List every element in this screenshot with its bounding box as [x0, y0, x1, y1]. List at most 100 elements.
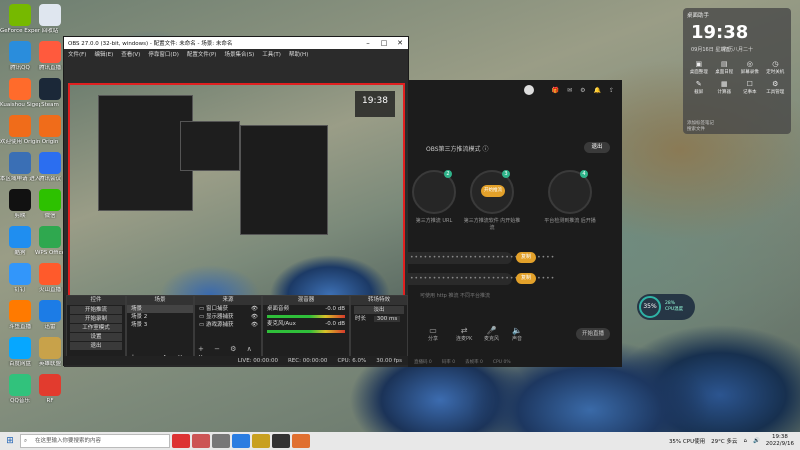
app-icon	[9, 152, 31, 174]
scene-item[interactable]: 场景 3	[127, 321, 193, 329]
copy-server-button[interactable]: 复制	[516, 252, 536, 263]
app-icon	[39, 337, 61, 359]
step-number: 2	[444, 170, 452, 178]
status-item: CPU 0%	[492, 359, 511, 365]
menu-item[interactable]: 查看(V)	[121, 50, 140, 58]
control-button[interactable]: 开始推流	[70, 306, 122, 314]
control-button[interactable]: 开始录制	[70, 315, 122, 323]
control-button[interactable]: 设置	[70, 333, 122, 341]
widget-tool[interactable]: ⚙ 工具管理	[763, 80, 789, 95]
app-tool-button[interactable]: 🎤 麦克风	[484, 326, 499, 342]
menu-item[interactable]: 文件(F)	[68, 50, 86, 58]
bell-icon[interactable]: 🔔	[593, 87, 600, 94]
step-circle: 2	[412, 170, 456, 214]
volume-meter[interactable]	[267, 330, 345, 333]
app-tool-button[interactable]: 🔈 声音	[512, 326, 522, 342]
eye-icon[interactable]: 👁	[251, 313, 258, 321]
copy-key-button[interactable]: 复制	[516, 273, 536, 284]
mixer-channel: 桌面音频 -0.0 dB	[263, 305, 349, 318]
app-icon-1[interactable]	[172, 434, 190, 448]
control-button[interactable]: 退出	[70, 342, 122, 350]
share-icon[interactable]: ⇪	[609, 87, 614, 94]
volume-icon[interactable]: 🔊	[753, 438, 760, 444]
obs-menu-bar: 文件(F) 编辑(E) 查看(V) 停靠窗口(D) 配置文件(P) 场景集合(S) 工具(T…	[64, 49, 408, 59]
source-item[interactable]: ▭ 游戏源捕获 👁	[195, 321, 261, 329]
app-tool-button[interactable]: ▭ 分享	[428, 326, 438, 342]
widget-tool[interactable]: ▤ 桌面日程	[712, 60, 738, 75]
source-item[interactable]: ▭ 显示器捕获 👁	[195, 313, 261, 321]
menu-item[interactable]: 工具(T)	[262, 50, 281, 58]
tool-icon: ⇄	[460, 326, 468, 335]
scene-item[interactable]: 场景	[127, 305, 193, 313]
widget-tool[interactable]: ▣ 桌面整理	[686, 60, 712, 75]
menu-item[interactable]: 帮助(H)	[289, 50, 308, 58]
transition-duration[interactable]: 时长 300 ms	[351, 315, 407, 323]
obs-title-bar[interactable]: OBS 27.0.0 (32-bit, windows) - 配置文件: 未命名…	[64, 37, 408, 49]
message-icon[interactable]: ✉	[567, 87, 572, 94]
maximize-icon[interactable]: □	[376, 39, 392, 47]
app-icon	[39, 152, 61, 174]
app-icon	[9, 374, 31, 396]
network-icon[interactable]: ⌂	[743, 438, 747, 444]
tool-icon: ◎	[746, 60, 753, 68]
scene-item[interactable]: 场景 2	[127, 313, 193, 321]
app-icon	[39, 78, 61, 100]
taskbar-date: 2022/9/16	[765, 441, 794, 447]
desktop-icon[interactable]: RF	[30, 374, 70, 404]
taskbar-search[interactable]: ⌕ 在这里输入你要搜索的内容	[20, 434, 170, 448]
menu-item[interactable]: 配置文件(P)	[187, 50, 217, 58]
exit-button[interactable]: 退出	[584, 142, 610, 153]
obs-taskbar-icon[interactable]	[272, 434, 290, 448]
widget-tool[interactable]: ◎ 屏幕录像	[737, 60, 763, 75]
source-item[interactable]: ▭ 窗口捕获 👁	[195, 305, 261, 313]
transitions-dock: 转场特效 淡出 时长 300 ms	[350, 295, 408, 363]
tool-icon: ☐	[746, 80, 753, 88]
controls-title: 控件	[67, 296, 125, 305]
widget-tool[interactable]: ☐ 记事本	[737, 80, 763, 95]
server-field[interactable]: ••••••••••••••••••••••••••••••••	[408, 252, 554, 264]
search-placeholder: 在这里输入你要搜索的内容	[35, 438, 102, 444]
app-tool-button[interactable]: ⇄ 连麦PK	[456, 326, 472, 342]
windows-start-icon[interactable]: ⊞	[0, 436, 20, 446]
step-circle: 4	[548, 170, 592, 214]
widget-tool[interactable]: ▦ 计算器	[712, 80, 738, 95]
menu-item[interactable]: 停靠窗口(D)	[148, 50, 179, 58]
obs-window: OBS 27.0.0 (32-bit, windows) - 配置文件: 未命名…	[63, 36, 409, 367]
eye-icon[interactable]: 👁	[251, 321, 258, 329]
key-field[interactable]: ••••••••••••••••••••••••••••••••	[408, 273, 554, 285]
transition-select[interactable]: 淡出	[354, 306, 404, 314]
widget-tool[interactable]: ✎ 截屏	[686, 80, 712, 95]
settings-icon[interactable]: ⚙	[580, 87, 585, 94]
menu-item[interactable]: 场景集合(S)	[224, 50, 254, 58]
avatar[interactable]	[523, 85, 534, 95]
minimize-icon[interactable]: –	[360, 39, 376, 47]
monitor-icon: ▭	[199, 314, 206, 320]
app-icon-5[interactable]	[292, 434, 310, 448]
close-icon[interactable]: ✕	[392, 39, 408, 47]
start-live-button[interactable]: 开始直播	[576, 328, 610, 340]
desktop-icon[interactable]: 回收站	[30, 4, 70, 34]
app-icon	[9, 4, 31, 26]
widget-tool[interactable]: ◷ 定时关机	[763, 60, 789, 75]
obs-preview[interactable]: 19:38	[68, 83, 405, 310]
eye-icon[interactable]: 👁	[251, 305, 258, 313]
gift-icon[interactable]: 🎁	[552, 87, 559, 94]
menu-item[interactable]: 编辑(E)	[94, 50, 113, 58]
widget-link[interactable]: 搜索文件	[687, 126, 714, 132]
widget-links: 添加标签笔记 搜索文件	[687, 120, 714, 132]
taskbar-clock[interactable]: 19:38 2022/9/16	[766, 434, 794, 447]
control-button[interactable]: 工作室模式	[70, 324, 122, 332]
app-icon-2[interactable]	[192, 434, 210, 448]
weather-text[interactable]: 29°C 多云	[711, 437, 737, 445]
tool-label: 截屏	[694, 90, 704, 95]
source-label: 游戏源捕获	[205, 322, 234, 328]
cpu-gauge-widget[interactable]: 35% 28% CPU温度	[637, 294, 695, 320]
app-icon-4[interactable]	[252, 434, 270, 448]
tool-label: 屏幕录像	[740, 70, 759, 75]
tool-icon: 🔈	[512, 326, 522, 335]
app-icon-3[interactable]	[232, 434, 250, 448]
volume-meter[interactable]	[267, 315, 345, 318]
duration-label: 时长	[355, 316, 367, 322]
step-button[interactable]: 开始推流	[481, 185, 505, 197]
task-view-icon[interactable]	[212, 434, 230, 448]
